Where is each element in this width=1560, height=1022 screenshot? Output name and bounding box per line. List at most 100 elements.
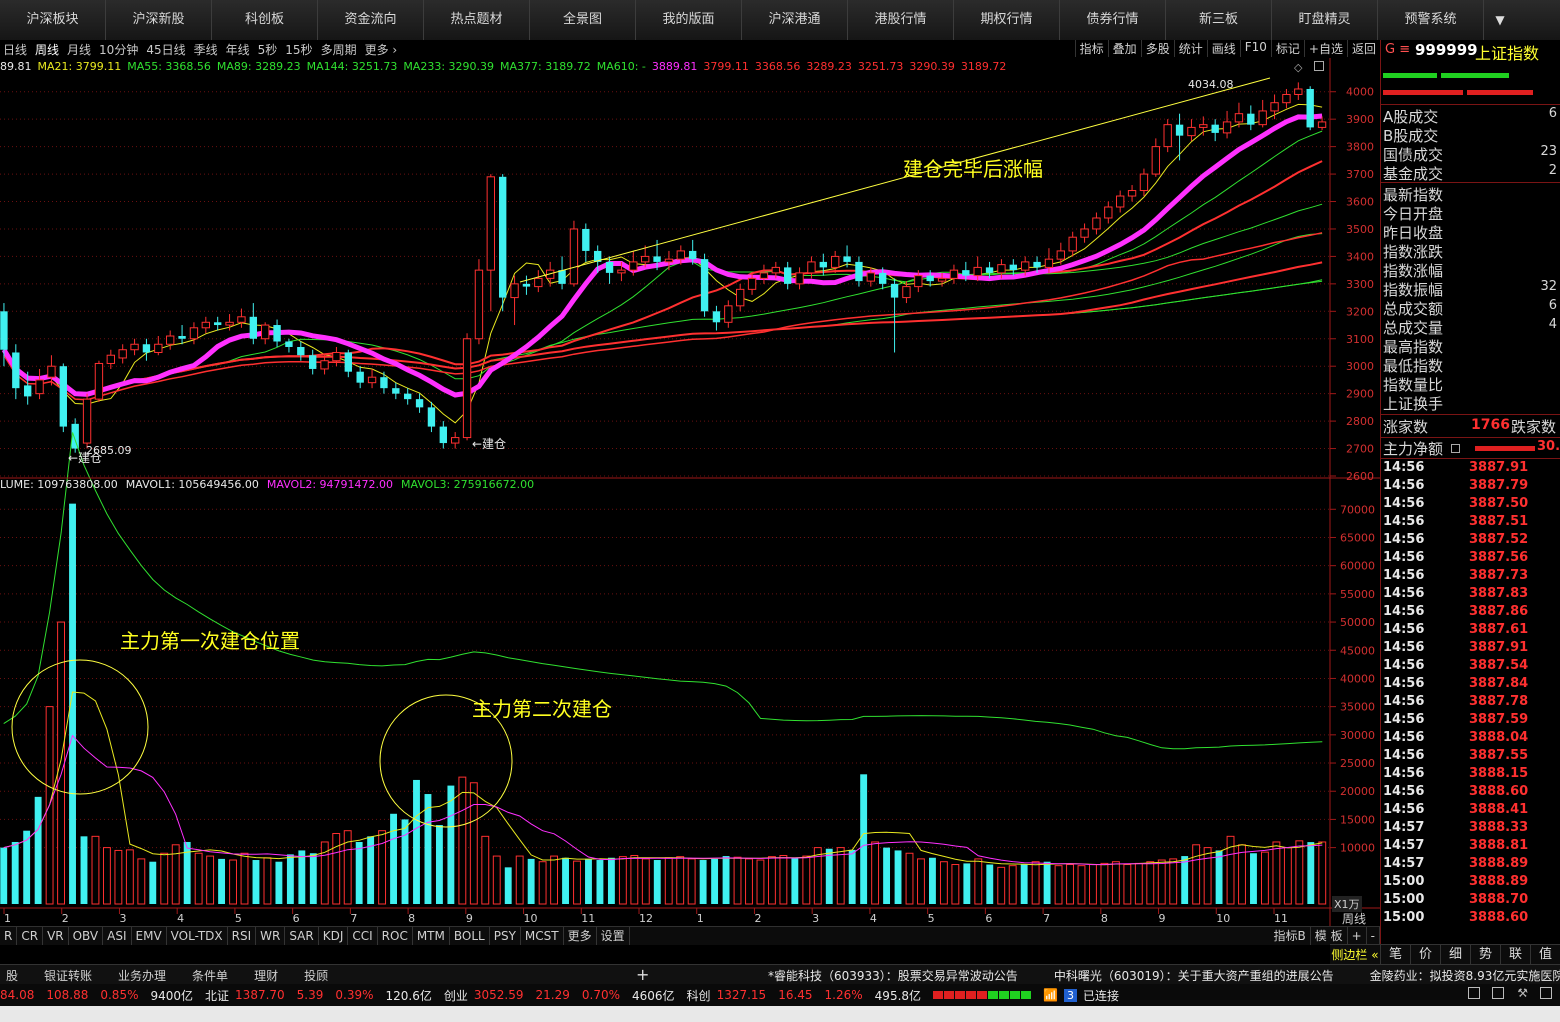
period-6[interactable]: 年线: [223, 41, 255, 58]
status-action[interactable]: 理财: [248, 967, 284, 984]
tick-price: 3887.79: [1469, 478, 1529, 493]
nav-item[interactable]: 科创板: [212, 0, 318, 40]
indicator-tab[interactable]: ROC: [378, 927, 413, 945]
indicator-tab[interactable]: R: [0, 927, 18, 945]
top-nav: 沪深板块 沪深新股 科创板 资金流向 热点题材 全景图 我的版面 沪深港通 港股行情 期权行情 债券…: [0, 0, 1560, 41]
sidebar-tab[interactable]: 价: [1410, 945, 1440, 965]
nav-item[interactable]: 资金流向: [318, 0, 424, 40]
indicator-tab[interactable]: 更多: [564, 927, 597, 945]
status-action[interactable]: 银证转账: [38, 967, 98, 984]
tick-row: 14:56 3887.54: [1383, 658, 1559, 676]
vol-tick-label: 55000: [1340, 588, 1375, 601]
period-8[interactable]: 15秒: [282, 41, 317, 58]
volume-bar: [424, 794, 432, 904]
indicator-tab[interactable]: CR: [17, 927, 44, 945]
period-9[interactable]: 多周期: [318, 41, 362, 58]
volume-bar: [767, 856, 776, 905]
tick-price: 3887.59: [1469, 712, 1529, 727]
indicator-tab[interactable]: VOL-TDX: [167, 927, 228, 945]
news-item[interactable]: 中科曙光（603019）：关于重大资产重组的进展公告: [1054, 967, 1334, 984]
tool-button[interactable]: 叠加: [1107, 40, 1141, 57]
indicator-tab[interactable]: VR: [43, 927, 69, 945]
screen-icon[interactable]: [1468, 987, 1480, 999]
nav-item[interactable]: 沪深新股: [106, 0, 212, 40]
tool-button[interactable]: 画线: [1206, 40, 1240, 57]
indicator-control[interactable]: 模 板: [1311, 927, 1348, 945]
panel-prefix[interactable]: G ≡: [1385, 42, 1410, 57]
tool-button[interactable]: 指标: [1074, 40, 1108, 57]
tool-button[interactable]: +自选: [1303, 40, 1347, 57]
tool-button[interactable]: 多股: [1140, 40, 1174, 57]
period-10[interactable]: 更多 ›: [362, 41, 403, 58]
indicator-tab[interactable]: MCST: [521, 927, 564, 945]
layout-icon[interactable]: [1540, 987, 1552, 999]
tool-icon[interactable]: ⚒: [1517, 986, 1528, 1000]
indicator-control[interactable]: 指标B: [1270, 927, 1311, 945]
indicator-control[interactable]: -: [1367, 927, 1380, 945]
nav-item[interactable]: 港股行情: [848, 0, 954, 40]
sidebar-tab[interactable]: 笔: [1380, 945, 1410, 965]
sidebar-tab[interactable]: 势: [1470, 945, 1500, 965]
list-icon[interactable]: [1451, 444, 1460, 453]
indicator-tab[interactable]: BOLL: [450, 927, 490, 945]
nav-item[interactable]: 沪深港通: [742, 0, 848, 40]
candle-body: [712, 311, 721, 323]
candle-body: [653, 256, 661, 262]
tool-button[interactable]: 返回: [1346, 40, 1380, 57]
volume-bar: [883, 847, 891, 904]
tick-row: 14:56 3888.15: [1383, 766, 1559, 784]
volume-bar: [585, 858, 592, 904]
period-5[interactable]: 季线: [191, 41, 223, 58]
price-tick-label: 3300: [1346, 278, 1374, 291]
indicator-tab[interactable]: 设置: [597, 927, 630, 945]
status-action[interactable]: 股: [0, 967, 24, 984]
news-item[interactable]: *睿能科技（603933）：股票交易异常波动公告: [768, 967, 1018, 984]
tool-button[interactable]: 标记: [1270, 40, 1304, 57]
nav-item[interactable]: 新三板: [1166, 0, 1272, 40]
nav-item[interactable]: 全景图: [530, 0, 636, 40]
indicator-tab[interactable]: OBV: [69, 927, 104, 945]
nav-item[interactable]: 沪深板块: [0, 0, 106, 40]
quote-panel: G ≡ 999999 上证指数 A股成交 6 B股成交 国债成交 23 基金成交 2 最新指…: [1380, 40, 1560, 964]
sidebar-tab[interactable]: 联: [1500, 945, 1530, 965]
period-1[interactable]: 周线: [32, 41, 64, 58]
indicator-tab[interactable]: RSI: [228, 927, 257, 945]
period-4[interactable]: 45日线: [143, 41, 190, 58]
news-item[interactable]: 金陵药业：拟投资8.93亿元实施医院: [1370, 967, 1560, 984]
period-2[interactable]: 月线: [64, 41, 96, 58]
nav-item[interactable]: 我的版面: [636, 0, 742, 40]
indicator-tab[interactable]: MTM: [413, 927, 450, 945]
volume-bar: [538, 861, 547, 905]
indicator-tab[interactable]: CCI: [348, 927, 378, 945]
candle-body: [24, 385, 32, 397]
tool-button[interactable]: 统计: [1173, 40, 1207, 57]
indicator-tab[interactable]: SAR: [285, 927, 319, 945]
status-action[interactable]: 条件单: [186, 967, 234, 984]
nav-menu-chevron-icon[interactable]: ▼: [1484, 13, 1516, 27]
indicator-tab[interactable]: KDJ: [319, 927, 349, 945]
candle-body: [700, 259, 709, 312]
status-action[interactable]: 业务办理: [112, 967, 172, 984]
nav-item[interactable]: 期权行情: [954, 0, 1060, 40]
sidebar-tab[interactable]: 细: [1440, 945, 1470, 965]
nav-item[interactable]: 盯盘精灵: [1272, 0, 1378, 40]
index-code: 999999: [1415, 41, 1478, 59]
nav-item[interactable]: 热点题材: [424, 0, 530, 40]
indicator-tab[interactable]: ASI: [103, 927, 132, 945]
indicator-tab[interactable]: WR: [256, 927, 286, 945]
period-3[interactable]: 10分钟: [96, 41, 143, 58]
sidebar-toggle[interactable]: 侧边栏 «: [1330, 945, 1380, 965]
indicator-control[interactable]: +: [1348, 927, 1367, 945]
tool-button[interactable]: F10: [1239, 40, 1271, 57]
bz-change: 5.39: [296, 988, 324, 1002]
window-icon[interactable]: [1492, 987, 1504, 999]
indicator-tab[interactable]: EMV: [132, 927, 167, 945]
nav-item[interactable]: 预警系统: [1378, 0, 1484, 40]
indicator-tab[interactable]: PSY: [490, 927, 521, 945]
add-icon[interactable]: +: [636, 965, 649, 984]
period-7[interactable]: 5秒: [255, 41, 283, 58]
period-0[interactable]: 日线: [0, 41, 32, 58]
nav-item[interactable]: 债券行情: [1060, 0, 1166, 40]
sidebar-tab[interactable]: 值: [1530, 945, 1560, 965]
status-action[interactable]: 投顾: [298, 967, 334, 984]
